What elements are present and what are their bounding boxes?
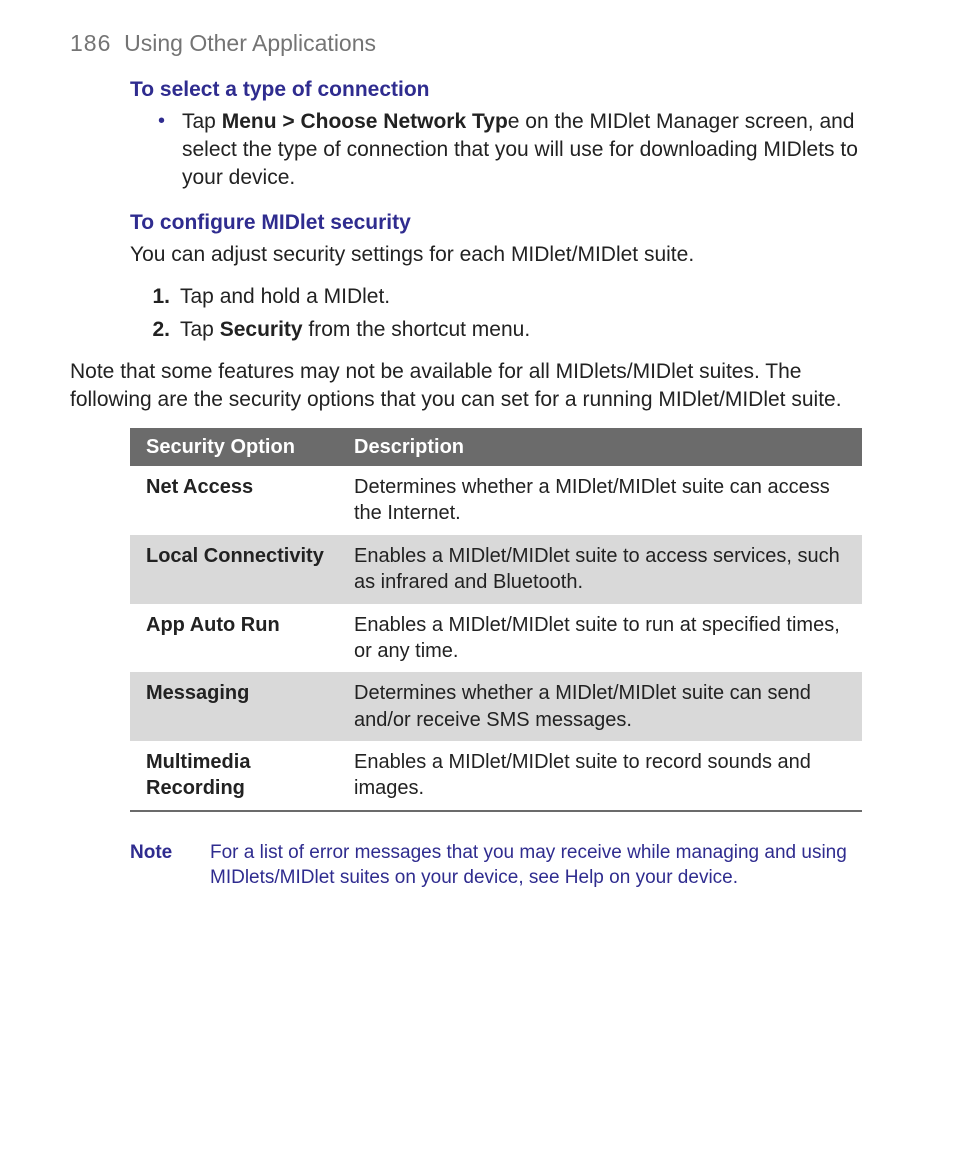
table-row: Messaging Determines whether a MIDlet/MI… xyxy=(130,672,862,741)
note-block: Note For a list of error messages that y… xyxy=(130,840,862,891)
list-number: 1. xyxy=(138,283,170,311)
list-number: 2. xyxy=(138,316,170,344)
page-number: 186 xyxy=(70,30,111,56)
table-row: Local Connectivity Enables a MIDlet/MIDl… xyxy=(130,535,862,604)
bullet-icon: • xyxy=(158,108,182,191)
ordered-list: 1. Tap and hold a MIDlet. 2. Tap Securit… xyxy=(138,283,862,344)
list-text: Tap and hold a MIDlet. xyxy=(180,283,862,311)
cell-option: Local Connectivity xyxy=(130,535,338,604)
chapter-title: Using Other Applications xyxy=(124,30,376,56)
cell-option: App Auto Run xyxy=(130,604,338,673)
table-row: Multimedia Recording Enables a MIDlet/MI… xyxy=(130,741,862,811)
note-label: Note xyxy=(130,840,210,891)
list-item: 2. Tap Security from the shortcut menu. xyxy=(138,316,862,344)
security-intro: You can adjust security settings for eac… xyxy=(130,241,862,269)
security-options-table: Security Option Description Net Access D… xyxy=(130,428,862,812)
cell-option: Messaging xyxy=(130,672,338,741)
cell-option: Net Access xyxy=(130,466,338,535)
list-item: 1. Tap and hold a MIDlet. xyxy=(138,283,862,311)
section-title-connection: To select a type of connection xyxy=(130,76,862,104)
table-row: App Auto Run Enables a MIDlet/MIDlet sui… xyxy=(130,604,862,673)
cell-description: Determines whether a MIDlet/MIDlet suite… xyxy=(338,466,862,535)
table-row: Net Access Determines whether a MIDlet/M… xyxy=(130,466,862,535)
bullet-item: • Tap Menu > Choose Network Type on the … xyxy=(158,108,862,191)
cell-description: Enables a MIDlet/MIDlet suite to record … xyxy=(338,741,862,811)
cell-description: Determines whether a MIDlet/MIDlet suite… xyxy=(338,672,862,741)
col-header-description: Description xyxy=(338,428,862,466)
cell-option: Multimedia Recording xyxy=(130,741,338,811)
list-text: Tap Security from the shortcut menu. xyxy=(180,316,862,344)
page: 186 Using Other Applications To select a… xyxy=(0,0,954,891)
col-header-option: Security Option xyxy=(130,428,338,466)
security-after: Note that some features may not be avail… xyxy=(70,358,862,413)
section-title-security: To configure MIDlet security xyxy=(130,209,862,237)
cell-description: Enables a MIDlet/MIDlet suite to access … xyxy=(338,535,862,604)
running-header: 186 Using Other Applications xyxy=(70,28,862,58)
table-header-row: Security Option Description xyxy=(130,428,862,466)
bullet-text: Tap Menu > Choose Network Type on the MI… xyxy=(182,108,862,191)
cell-description: Enables a MIDlet/MIDlet suite to run at … xyxy=(338,604,862,673)
note-text: For a list of error messages that you ma… xyxy=(210,840,862,891)
